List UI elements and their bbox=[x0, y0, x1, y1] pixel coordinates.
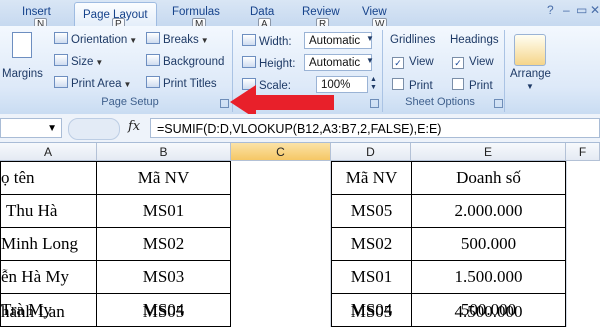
table-border bbox=[230, 161, 231, 327]
headings-heading: Headings bbox=[450, 34, 499, 46]
print-area-label: Print Area bbox=[71, 78, 122, 90]
tab-view[interactable]: View bbox=[362, 6, 387, 18]
formula-bar-circle bbox=[68, 118, 120, 140]
cell-a-header[interactable]: ọ tên bbox=[1, 162, 96, 195]
orientation-label: Orientation bbox=[71, 34, 128, 46]
height-value: Automatic bbox=[309, 57, 361, 69]
height-label: Height: bbox=[242, 56, 295, 70]
breaks-button[interactable]: Breaks ▼ bbox=[146, 32, 209, 46]
margins-button[interactable]: Margins bbox=[2, 30, 43, 90]
group-separator bbox=[504, 30, 505, 112]
insert-function-icon[interactable]: fx bbox=[128, 119, 140, 134]
column-header-d[interactable]: D bbox=[331, 143, 411, 161]
ribbon-tab-bar: Insert Page Layout Formulas Data Review … bbox=[0, 0, 600, 32]
size-label: Size bbox=[71, 56, 94, 68]
table-cell[interactable]: 4.500.000 bbox=[412, 296, 565, 327]
column-header-e[interactable]: E bbox=[411, 143, 566, 161]
tab-formulas[interactable]: Formulas bbox=[172, 6, 220, 18]
arrange-dropdown-icon[interactable]: ▼ bbox=[526, 82, 534, 91]
page-setup-group-label: Page Setup bbox=[101, 96, 159, 108]
margins-label: Margins bbox=[2, 68, 43, 80]
table-cell[interactable]: MS02 bbox=[332, 228, 411, 261]
orientation-button[interactable]: Orientation ▼ bbox=[54, 32, 137, 46]
headings-view-checkbox[interactable]: ✓ View bbox=[452, 56, 494, 69]
size-icon bbox=[54, 54, 68, 66]
width-select[interactable]: Automatic bbox=[304, 32, 372, 49]
width-icon bbox=[242, 34, 256, 46]
print-titles-label: Print Titles bbox=[163, 78, 217, 90]
tab-insert[interactable]: Insert bbox=[22, 6, 51, 18]
name-box[interactable]: ▼ bbox=[0, 118, 62, 138]
height-dropdown-icon[interactable]: ▼ bbox=[366, 56, 374, 65]
table-border bbox=[565, 161, 566, 327]
column-header-c[interactable]: C bbox=[231, 143, 331, 161]
minimize-icon[interactable]: – bbox=[563, 3, 570, 17]
table-cell[interactable]: 2.000.000 bbox=[412, 195, 565, 228]
cell-b-header[interactable]: Mã NV bbox=[97, 162, 230, 195]
scale-spinner-icon[interactable]: ▲ ▼ bbox=[370, 76, 377, 92]
table-cell[interactable]: hanh Lan bbox=[1, 296, 96, 327]
table-cell[interactable]: MS05 bbox=[332, 195, 411, 228]
print-titles-icon bbox=[146, 76, 160, 88]
check-icon: ✓ bbox=[392, 57, 404, 69]
group-separator bbox=[382, 30, 383, 112]
margins-icon bbox=[12, 32, 32, 58]
table-cell[interactable]: ễn Hà My bbox=[1, 261, 96, 294]
background-button[interactable]: Background bbox=[146, 54, 224, 68]
orientation-icon bbox=[54, 32, 68, 44]
restore-icon[interactable]: ▭ bbox=[576, 3, 587, 17]
table-cell[interactable]: MS01 bbox=[332, 261, 411, 294]
tab-review[interactable]: Review bbox=[302, 6, 340, 18]
formula-bar: ▼ fx =SUMIF(D:D,VLOOKUP(B12,A3:B7,2,FALS… bbox=[0, 114, 600, 143]
width-value: Automatic bbox=[309, 35, 361, 47]
size-button[interactable]: Size ▼ bbox=[54, 54, 103, 68]
tab-data[interactable]: Data bbox=[250, 6, 274, 18]
column-header-b[interactable]: B bbox=[97, 143, 231, 161]
gridlines-heading: Gridlines bbox=[390, 34, 436, 46]
height-select[interactable]: Automatic bbox=[304, 54, 372, 71]
cell-d-header[interactable]: Mã NV bbox=[332, 162, 411, 195]
print-area-button[interactable]: Print Area ▼ bbox=[54, 76, 131, 90]
close-icon[interactable]: ✕ bbox=[590, 3, 600, 17]
background-icon bbox=[146, 54, 160, 66]
breaks-label: Breaks bbox=[163, 34, 199, 46]
gridlines-print-checkbox[interactable]: Print bbox=[392, 78, 433, 92]
gridline bbox=[566, 161, 567, 327]
headings-print-checkbox[interactable]: Print bbox=[452, 78, 493, 92]
arrange-label[interactable]: Arrange bbox=[510, 68, 551, 80]
page-setup-dialog-launcher-icon[interactable] bbox=[220, 99, 229, 108]
print-titles-button[interactable]: Print Titles bbox=[146, 76, 217, 90]
checkbox-empty-icon bbox=[452, 78, 464, 90]
sheet-options-dialog-launcher-icon[interactable] bbox=[494, 99, 503, 108]
scale-dialog-launcher-icon[interactable] bbox=[370, 99, 379, 108]
gridlines-view-checkbox[interactable]: ✓ View bbox=[392, 56, 434, 69]
table-cell[interactable]: MS03 bbox=[97, 261, 230, 294]
width-dropdown-icon[interactable]: ▼ bbox=[366, 34, 374, 43]
table-cell[interactable]: 500.000 bbox=[412, 228, 565, 261]
checkbox-empty-icon bbox=[392, 78, 404, 90]
table-cell[interactable]: MS02 bbox=[97, 228, 230, 261]
help-icon[interactable]: ? bbox=[547, 3, 554, 17]
table-cell[interactable]: MS05 bbox=[97, 296, 230, 327]
arrange-icon[interactable] bbox=[514, 34, 546, 66]
table-cell[interactable]: Thu Hà bbox=[6, 195, 96, 228]
print-area-icon bbox=[54, 76, 68, 88]
column-header-a[interactable]: A bbox=[0, 143, 97, 161]
cell-e-header[interactable]: Doanh số bbox=[412, 162, 565, 195]
table-cell[interactable]: MS01 bbox=[97, 195, 230, 228]
breaks-icon bbox=[146, 32, 160, 44]
table-cell[interactable]: Minh Long bbox=[1, 228, 96, 261]
formula-input[interactable]: =SUMIF(D:D,VLOOKUP(B12,A3:B7,2,FALSE),E:… bbox=[150, 118, 600, 138]
table-cell[interactable]: 1.500.000 bbox=[412, 261, 565, 294]
background-label: Background bbox=[163, 56, 225, 68]
width-label: Width: bbox=[242, 34, 292, 48]
column-header-f[interactable]: F bbox=[566, 143, 600, 161]
table-cell[interactable]: MS05 bbox=[332, 296, 411, 327]
check-icon: ✓ bbox=[452, 57, 464, 69]
height-icon bbox=[242, 56, 256, 68]
sheet-options-group-label: Sheet Options bbox=[405, 96, 475, 108]
